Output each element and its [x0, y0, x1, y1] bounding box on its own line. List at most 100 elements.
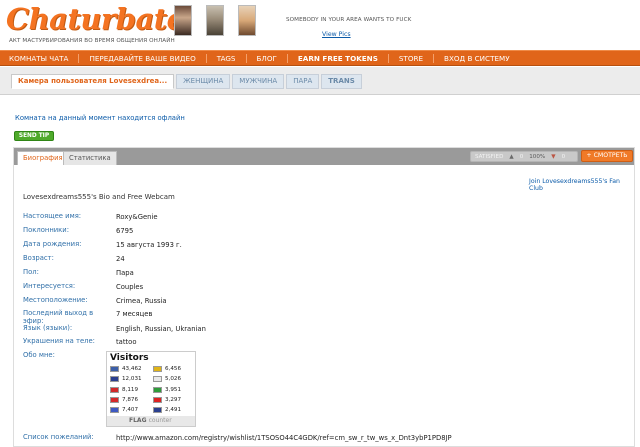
flag-counter-row: 7,407	[110, 407, 139, 414]
nav-divider	[205, 53, 207, 63]
tab-trans[interactable]: TRANS	[321, 74, 362, 89]
flag-counter-row: 8,119	[110, 386, 139, 393]
bio-label: Дата рождения:	[23, 240, 82, 248]
nav-tags[interactable]: TAGS	[217, 54, 236, 63]
nav-earn-tokens[interactable]: EARN FREE TOKENS	[298, 54, 378, 63]
nav-broadcast[interactable]: ПЕРЕДАВАЙТЕ ВАШЕ ВИДЕО	[89, 54, 195, 63]
nav-chat-rooms[interactable]: КОМНАТЫ ЧАТА	[9, 54, 68, 63]
flag-counter-row: 6,456	[153, 366, 181, 372]
country-flag-icon	[110, 376, 119, 383]
flag-counter-title: Visitors	[110, 353, 149, 363]
ad-text[interactable]: SOMEBODY IN YOUR AREA WANTS TO FUCK	[286, 17, 411, 23]
visitor-count: 43,462	[122, 366, 142, 372]
ad-thumbnails[interactable]	[174, 5, 256, 36]
satisfaction-rating: SATISFIED ▲ 0 100% ▼ 0	[470, 151, 578, 162]
tab-couple[interactable]: ПАРА	[286, 74, 320, 89]
bio-label: Последний выход в эфир:	[23, 309, 94, 325]
bio-row-last-broadcast: Последний выход в эфир: 7 месяцев	[23, 309, 623, 325]
visitor-count: 12,031	[122, 376, 142, 383]
flag-counter-word: counter	[148, 417, 172, 424]
flag-counter-brand: FLAG	[129, 417, 147, 424]
nav-login[interactable]: ВХОД В СИСТЕМУ	[444, 54, 510, 63]
country-flag-icon	[110, 407, 119, 414]
country-flag-icon	[153, 386, 162, 393]
flag-counter-row: 2,491	[153, 407, 182, 414]
main-nav: КОМНАТЫ ЧАТА ПЕРЕДАВАЙТЕ ВАШЕ ВИДЕО TAGS…	[0, 50, 640, 66]
flag-counter-row: 7,876	[110, 396, 139, 403]
ad-thumbnail-1[interactable]	[174, 5, 192, 36]
bio-label: Интересуется:	[23, 282, 76, 290]
nav-divider	[433, 53, 435, 63]
visitor-count: 5,026	[165, 376, 182, 383]
tab-female[interactable]: ЖЕНЩИНА	[176, 74, 231, 89]
bio-row-wishlist: Список пожеланий: http://www.amazon.com/…	[23, 433, 623, 447]
camera-tab-bar: Камера пользователя Lovesexdrea... ЖЕНЩИ…	[0, 67, 640, 95]
bio-label: Поклонники:	[23, 226, 69, 234]
country-flag-icon	[110, 366, 119, 372]
bio-value: 6795	[116, 227, 134, 235]
wishlist-link[interactable]: http://www.amazon.com/registry/wishlist/…	[116, 434, 452, 442]
nav-divider	[78, 53, 80, 63]
flag-counter-row: 5,026	[153, 376, 182, 383]
flag-counter-footer: FLAG counter	[107, 416, 195, 426]
visitor-count: 7,407	[122, 407, 139, 414]
rating-label: SATISFIED	[475, 153, 504, 160]
bio-label: Язык (языки):	[23, 324, 73, 332]
bio-label: Украшения на теле:	[23, 337, 95, 345]
bio-value: 24	[116, 255, 125, 263]
bio-value: 15 августа 1993 г.	[116, 241, 182, 249]
flag-counter-widget[interactable]: Visitors 43,462 12,031 8,119 7,876 7,407 6,45…	[106, 351, 196, 427]
nav-store[interactable]: STORE	[399, 54, 423, 63]
bio-label: Настоящее имя:	[23, 212, 82, 220]
rating-down-count: 0	[561, 153, 566, 160]
tab-statistics[interactable]: Статистика	[63, 151, 117, 165]
tab-user-camera[interactable]: Камера пользователя Lovesexdrea...	[11, 74, 175, 89]
ad-thumbnail-2[interactable]	[206, 5, 224, 36]
bio-row-body-decorations: Украшения на теле: tattoo	[23, 337, 623, 352]
flag-counter-row: 12,031	[110, 376, 142, 383]
flag-counter-row: 43,462	[110, 366, 142, 372]
bio-value: Couples	[116, 283, 144, 291]
thumbs-up-icon[interactable]: ▲	[509, 154, 513, 160]
thumbs-down-icon[interactable]: ▼	[551, 154, 555, 160]
fan-club-link[interactable]: Join Lovesexdreams555's Fan Club	[529, 178, 634, 192]
bio-row-interested-in: Интересуется: Couples	[23, 282, 623, 297]
rating-percent: 100%	[529, 153, 546, 160]
country-flag-icon	[153, 396, 162, 403]
bio-row-languages: Язык (языки): English, Russian, Ukranian	[23, 324, 623, 339]
rating-up-count: 0	[519, 153, 524, 160]
tab-bio[interactable]: Биография	[17, 151, 69, 165]
ad-view-pics-link[interactable]: View Pics	[322, 31, 351, 38]
bio-row-sex: Пол: Пара	[23, 268, 623, 283]
profile-panel: Биография Статистика SATISFIED ▲ 0 100% …	[13, 147, 635, 447]
watch-button[interactable]: + СМОТРЕТЬ	[581, 150, 633, 162]
visitor-count: 7,876	[122, 396, 139, 403]
bio-label: Возраст:	[23, 254, 54, 262]
bio-value: Crimea, Russia	[116, 297, 167, 305]
bio-value: tattoo	[116, 338, 137, 346]
ad-thumbnail-3[interactable]	[238, 5, 256, 36]
bio-row-real-name: Настоящее имя: Roxy&Genie	[23, 212, 623, 227]
country-flag-icon	[153, 376, 162, 383]
visitor-count: 3,951	[165, 386, 182, 393]
country-flag-icon	[153, 366, 162, 372]
nav-divider	[286, 53, 288, 63]
nav-blog[interactable]: БЛОГ	[257, 54, 277, 63]
visitor-count: 8,119	[122, 386, 139, 393]
bio-value: 7 месяцев	[116, 310, 153, 318]
country-flag-icon	[110, 396, 119, 403]
bio-row-birth-date: Дата рождения: 15 августа 1993 г.	[23, 240, 623, 255]
site-logo[interactable]: Chaturbate	[6, 3, 185, 35]
bio-title: Lovesexdreams555's Bio and Free Webcam	[23, 193, 175, 201]
send-tip-button[interactable]: SEND TIP	[14, 131, 54, 141]
site-tagline: АКТ МАСТУРБИРОВАНИЯ ВО ВРЕМЯ ОБЩЕНИЯ ОНЛ…	[9, 38, 175, 44]
bio-value: English, Russian, Ukranian	[116, 325, 206, 333]
bio-value: Roxy&Genie	[116, 213, 158, 221]
nav-divider	[245, 53, 247, 63]
panel-tab-bar: Биография Статистика SATISFIED ▲ 0 100% …	[14, 148, 634, 165]
bio-label: Список пожеланий:	[23, 433, 94, 441]
visitor-count: 2,491	[165, 407, 182, 414]
tab-male[interactable]: МУЖЧИНА	[232, 74, 285, 89]
offline-message: Комната на данный момент находится офлай…	[15, 114, 185, 122]
bio-row-age: Возраст: 24	[23, 254, 623, 269]
